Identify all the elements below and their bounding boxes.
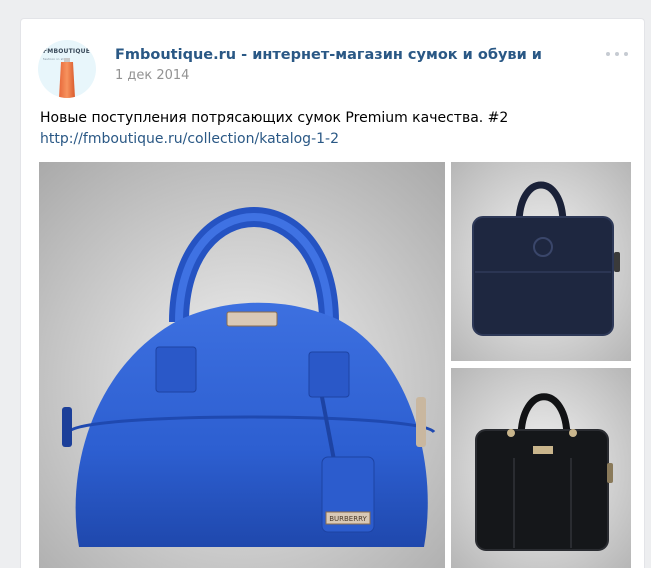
thread-spool-icon (59, 58, 75, 98)
post-author-link[interactable]: Fmboutique.ru - интернет-магазин сумок и… (115, 47, 542, 63)
blue-handbag-photo[interactable]: BURBERRY (39, 162, 445, 568)
navy-briefcase-photo[interactable] (451, 162, 631, 361)
wall-post: FMBOUTIQUE fashion in style Fmboutique.ru… (20, 18, 645, 568)
more-options-icon[interactable] (606, 49, 628, 59)
bag-tag-label: BURBERRY (329, 515, 367, 523)
community-avatar[interactable]: FMBOUTIQUE fashion in style (38, 40, 96, 98)
black-briefcase-photo[interactable] (451, 368, 631, 568)
post-link[interactable]: http://fmboutique.ru/collection/katalog-… (40, 131, 339, 147)
post-date[interactable]: 1 дек 2014 (115, 68, 189, 83)
post-text: Новые поступления потрясающих сумок Prem… (40, 110, 509, 126)
